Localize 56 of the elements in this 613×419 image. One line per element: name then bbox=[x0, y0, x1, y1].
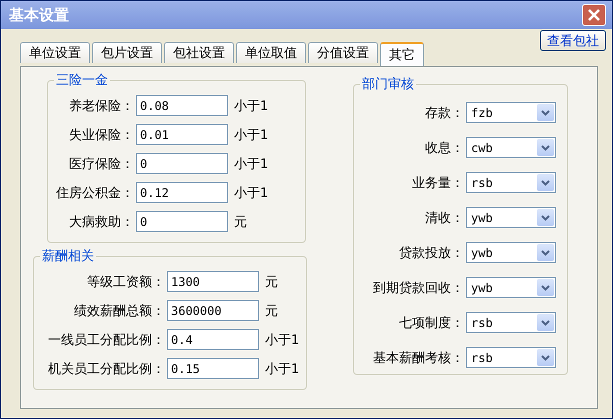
field-label: 住房公积金： bbox=[55, 184, 135, 202]
dropdown[interactable]: fzb bbox=[466, 102, 556, 123]
tab[interactable]: 单位设置 bbox=[20, 42, 90, 63]
input-field[interactable]: 0.01 bbox=[136, 124, 228, 145]
unit-label: 小于1 bbox=[234, 126, 268, 144]
group-title: 薪酬相关 bbox=[41, 248, 95, 265]
dropdown[interactable]: cwb bbox=[466, 137, 556, 158]
field-label: 医疗保险： bbox=[68, 156, 135, 172]
field-label: 清收： bbox=[424, 210, 465, 226]
view-button[interactable]: 查看包社 bbox=[540, 30, 606, 51]
dropdown[interactable]: ywb bbox=[466, 277, 556, 298]
field-label: 基本薪酬考核： bbox=[372, 350, 465, 366]
unit-label: 小于1 bbox=[234, 184, 268, 202]
field-label: 贷款投放： bbox=[398, 244, 465, 262]
close-icon bbox=[587, 8, 601, 22]
field-label: 七项制度： bbox=[398, 314, 465, 332]
input-field[interactable]: 0.12 bbox=[136, 182, 228, 203]
field-label: 存款： bbox=[424, 104, 465, 122]
group-title: 部门审核 bbox=[361, 76, 415, 93]
tab[interactable]: 包片设置 bbox=[92, 42, 162, 63]
field-label: 大病救助： bbox=[68, 214, 135, 230]
unit-label: 小于1 bbox=[234, 156, 268, 172]
tab[interactable]: 包社设置 bbox=[164, 42, 234, 63]
field-label: 收息： bbox=[424, 140, 465, 156]
input-field[interactable]: 3600000 bbox=[167, 300, 259, 321]
dropdown[interactable]: ywb bbox=[466, 242, 556, 263]
tab[interactable]: 分值设置 bbox=[308, 42, 378, 63]
unit-label: 元 bbox=[234, 214, 247, 230]
tab[interactable]: 单位取值 bbox=[236, 42, 306, 63]
unit-label: 小于1 bbox=[234, 98, 268, 114]
window-title: 基本设置 bbox=[9, 6, 69, 24]
dropdown[interactable]: rsb bbox=[466, 347, 556, 368]
field-label: 机关员工分配比例： bbox=[47, 360, 166, 378]
input-field[interactable]: 0.08 bbox=[136, 95, 228, 116]
unit-label: 小于1 bbox=[265, 332, 300, 348]
input-field[interactable]: 0.15 bbox=[167, 358, 259, 379]
unit-label: 元 bbox=[265, 302, 278, 320]
unit-label: 元 bbox=[265, 274, 278, 290]
field-label: 业务量： bbox=[411, 174, 465, 192]
input-field[interactable]: 1300 bbox=[167, 271, 259, 292]
dropdown[interactable]: ywb bbox=[466, 207, 556, 228]
input-field[interactable]: 0.4 bbox=[167, 329, 259, 350]
field-label: 等级工资额： bbox=[86, 274, 166, 290]
close-button[interactable] bbox=[582, 4, 606, 26]
dropdown[interactable]: rsb bbox=[466, 172, 556, 193]
field-label: 一线员工分配比例： bbox=[47, 332, 166, 348]
input-field[interactable]: 0 bbox=[136, 153, 228, 174]
field-label: 绩效薪酬总额： bbox=[73, 302, 166, 320]
unit-label: 小于1 bbox=[265, 360, 300, 378]
group-title: 三险一金 bbox=[55, 72, 109, 89]
field-label: 到期贷款回收： bbox=[372, 280, 465, 296]
dropdown[interactable]: rsb bbox=[466, 312, 556, 333]
field-label: 养老保险： bbox=[68, 98, 135, 114]
tab[interactable]: 其它 bbox=[380, 42, 424, 66]
field-label: 失业保险： bbox=[68, 126, 135, 144]
input-field[interactable]: 0 bbox=[136, 211, 228, 232]
